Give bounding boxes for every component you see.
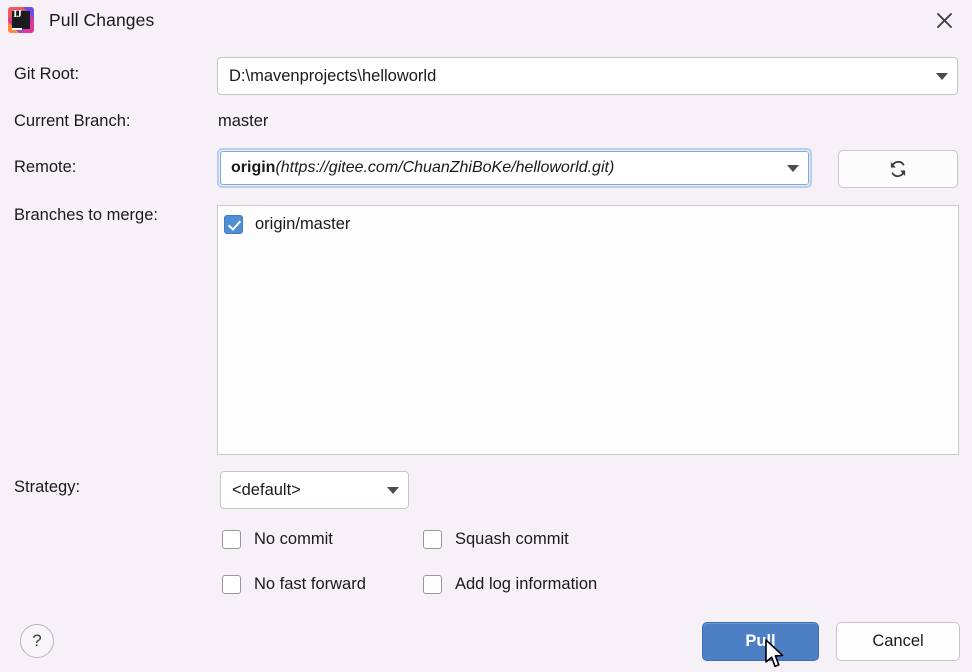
git-root-label: Git Root: <box>14 65 80 83</box>
no-fast-forward-label: No fast forward <box>254 575 366 593</box>
list-item[interactable]: origin/master <box>218 209 958 239</box>
no-commit-checkbox[interactable] <box>222 530 241 549</box>
branch-label: origin/master <box>255 214 351 233</box>
chevron-down-icon <box>378 486 408 494</box>
cancel-button[interactable]: Cancel <box>836 622 960 661</box>
refresh-icon <box>890 160 906 178</box>
chevron-down-icon <box>927 72 957 80</box>
option-no-commit[interactable]: No commit <box>222 530 333 549</box>
refresh-remotes-button[interactable] <box>838 150 958 188</box>
question-mark-icon: ? <box>32 631 42 650</box>
close-button[interactable] <box>926 3 962 37</box>
remote-value: origin(https://gitee.com/ChuanZhiBoKe/he… <box>221 159 778 177</box>
add-log-information-checkbox[interactable] <box>423 575 442 594</box>
squash-commit-label: Squash commit <box>455 530 569 548</box>
strategy-label: Strategy: <box>14 478 81 496</box>
branches-to-merge-list[interactable]: origin/master <box>217 205 959 455</box>
app-icon-letters: IJ <box>13 8 22 20</box>
close-icon <box>936 12 952 28</box>
git-root-combobox[interactable]: D:\mavenprojects\helloworld <box>217 57 958 95</box>
no-commit-label: No commit <box>254 530 333 548</box>
intellij-idea-icon: IJ <box>8 7 34 33</box>
option-squash-commit[interactable]: Squash commit <box>423 530 569 549</box>
chevron-down-icon <box>778 164 808 172</box>
strategy-combobox[interactable]: <default> <box>220 471 409 509</box>
no-fast-forward-checkbox[interactable] <box>222 575 241 594</box>
window-title: Pull Changes <box>49 9 155 30</box>
add-log-information-label: Add log information <box>455 575 598 593</box>
git-root-value: D:\mavenprojects\helloworld <box>229 66 437 85</box>
strategy-value: <default> <box>232 480 301 499</box>
squash-commit-checkbox[interactable] <box>423 530 442 549</box>
option-no-fast-forward[interactable]: No fast forward <box>222 575 366 594</box>
app-icon-underline <box>12 28 22 30</box>
help-button[interactable]: ? <box>20 624 54 658</box>
current-branch-label: Current Branch: <box>14 112 131 130</box>
title-bar: IJ Pull Changes <box>0 0 972 40</box>
remote-name: origin <box>231 159 276 176</box>
remote-label: Remote: <box>14 158 77 176</box>
current-branch-value: master <box>218 112 269 130</box>
branch-checkbox[interactable] <box>224 214 243 234</box>
pull-button[interactable]: Pull <box>702 622 819 661</box>
option-add-log-information[interactable]: Add log information <box>423 575 597 594</box>
branches-to-merge-label: Branches to merge: <box>14 206 158 224</box>
remote-url: (https://gitee.com/ChuanZhiBoKe/hellowor… <box>275 159 615 176</box>
remote-combobox[interactable]: origin(https://gitee.com/ChuanZhiBoKe/he… <box>220 151 809 185</box>
